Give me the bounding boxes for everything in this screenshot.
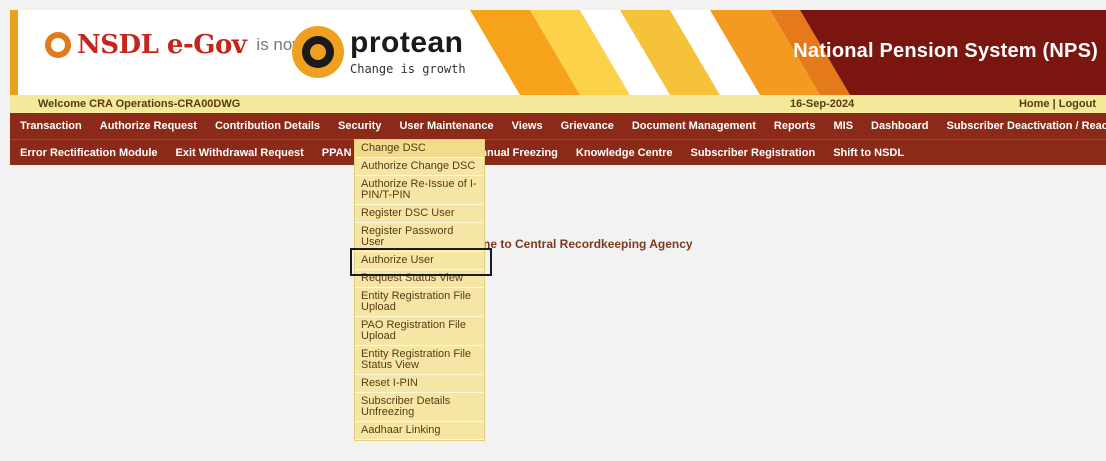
nav-transaction[interactable]: Transaction [20, 120, 82, 132]
nav-user-maintenance[interactable]: User Maintenance [399, 120, 493, 132]
welcome-bar: Welcome CRA Operations-CRA00DWG 16-Sep-2… [10, 95, 1106, 113]
nav-knowledge-centre[interactable]: Knowledge Centre [576, 147, 673, 159]
nav-security[interactable]: Security [338, 120, 381, 132]
nav-document-management[interactable]: Document Management [632, 120, 756, 132]
protean-tagline: Change is growth [350, 62, 466, 76]
primary-nav: Transaction Authorize Request Contributi… [10, 113, 1106, 139]
menu-item-pao-registration-upload[interactable]: PAO Registration File Upload [355, 317, 484, 346]
link-separator: | [1052, 98, 1056, 110]
nav-reports[interactable]: Reports [774, 120, 816, 132]
logout-link[interactable]: Logout [1059, 98, 1096, 110]
menu-item-authorize-user[interactable]: Authorize User [355, 252, 484, 270]
nav-mis[interactable]: MIS [833, 120, 853, 132]
secondary-nav: Error Rectification Module Exit Withdraw… [10, 139, 1106, 165]
protean-logo-icon [292, 26, 344, 78]
protean-logo-text: protean [350, 26, 464, 59]
protean-logo: protean Change is growth [292, 26, 466, 78]
nav-exit-withdrawal[interactable]: Exit Withdrawal Request [176, 147, 304, 159]
menu-item-authorize-change-dsc[interactable]: Authorize Change DSC [355, 158, 484, 176]
nav-contribution-details[interactable]: Contribution Details [215, 120, 320, 132]
menu-item-authorize-reissue-pin[interactable]: Authorize Re-Issue of I-PIN/T-PIN [355, 176, 484, 205]
menu-item-change-dsc[interactable]: Change DSC [355, 140, 484, 158]
welcome-heading: ne to Central Recordkeeping Agency [483, 237, 693, 251]
header-banner: NSDL e-Gov is now protean Change is grow… [10, 10, 1106, 95]
nsdl-logo-text: NSDL e-Gov [77, 30, 247, 60]
banner-accent-stripe [10, 10, 18, 95]
home-link[interactable]: Home [1019, 98, 1050, 110]
menu-item-entity-registration-upload[interactable]: Entity Registration File Upload [355, 288, 484, 317]
header-links: Home | Logout [1019, 98, 1096, 110]
menu-item-reset-ipin[interactable]: Reset I-PIN [355, 375, 484, 393]
nav-subscriber-registration[interactable]: Subscriber Registration [690, 147, 815, 159]
menu-item-register-dsc-user[interactable]: Register DSC User [355, 205, 484, 223]
welcome-user-text: Welcome CRA Operations-CRA00DWG [38, 98, 241, 110]
menu-item-entity-registration-status[interactable]: Entity Registration File Status View [355, 346, 484, 375]
menu-item-aadhaar-linking[interactable]: Aadhaar Linking [355, 422, 484, 440]
current-date: 16-Sep-2024 [790, 98, 855, 110]
system-title: National Pension System (NPS) [793, 40, 1098, 62]
menu-item-request-status-view[interactable]: Request Status View [355, 270, 484, 288]
nav-authorize-request[interactable]: Authorize Request [100, 120, 197, 132]
menu-item-register-password-user[interactable]: Register Password User [355, 223, 484, 252]
nav-grievance[interactable]: Grievance [561, 120, 614, 132]
nsdl-logo: NSDL e-Gov is now [45, 30, 305, 60]
nav-dashboard[interactable]: Dashboard [871, 120, 928, 132]
nsdl-logo-icon [45, 32, 71, 58]
nav-shift-to-nsdl[interactable]: Shift to NSDL [833, 147, 904, 159]
nav-annual-freezing[interactable]: Annual Freezing [472, 147, 558, 159]
nav-views[interactable]: Views [512, 120, 543, 132]
menu-item-subscriber-unfreezing[interactable]: Subscriber Details Unfreezing [355, 393, 484, 422]
nav-error-rectification[interactable]: Error Rectification Module [20, 147, 158, 159]
user-maintenance-dropdown: Change DSC Authorize Change DSC Authoriz… [354, 139, 485, 441]
app-window: NSDL e-Gov is now protean Change is grow… [10, 0, 1106, 461]
nav-subscriber-deactivation[interactable]: Subscriber Deactivation / Reactivation [947, 120, 1106, 132]
